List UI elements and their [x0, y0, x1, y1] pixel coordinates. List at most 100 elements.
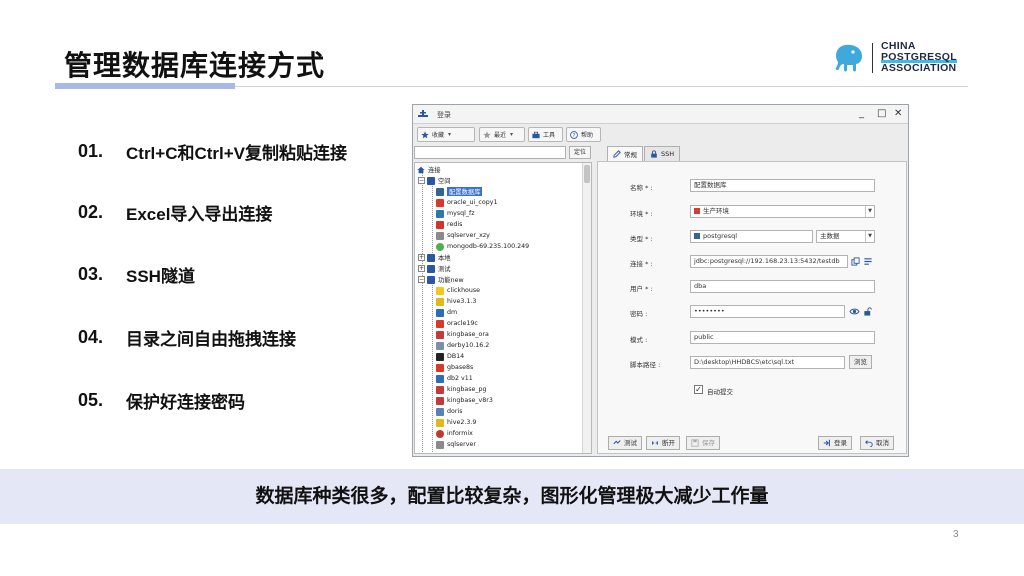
user-field[interactable]: dba [690, 280, 875, 293]
tree-label: sqlserver [447, 441, 476, 448]
maximize-button[interactable]: □ [877, 108, 886, 120]
tree-label: derby10.16.2 [447, 342, 490, 349]
tree-folder[interactable]: − 功能new [418, 274, 464, 285]
db-icon [436, 352, 444, 361]
tree-item[interactable]: informix [436, 428, 473, 439]
search-input[interactable] [414, 146, 566, 159]
postgres-icon [694, 233, 700, 239]
url-field[interactable]: jdbc:postgresql://192.168.23.13:5432/tes… [690, 255, 848, 268]
tree-folder[interactable]: + 测试 [418, 263, 451, 274]
tree-item[interactable]: sqlserver [436, 439, 476, 450]
copy-icon[interactable] [851, 257, 860, 266]
minimize-button[interactable]: _ [859, 108, 864, 120]
env-value: 生产环境 [703, 207, 729, 215]
script-path-label: 脚本路径 : [630, 361, 661, 369]
summary-banner: 数据库种类很多，配置比较复杂，图形化管理极大减少工作量 [0, 469, 1024, 524]
feature-item: 04. 目录之间自由拖拽连接 [78, 324, 296, 350]
login-window: 登录 _ □ ✕ 收藏 ▾ 最近 ▾ 工具 ? 帮助 定位 连接 − 空间 配置… [412, 104, 909, 457]
tree-item[interactable]: db2 v11 [436, 373, 473, 384]
tree-item[interactable]: oracle19c [436, 318, 478, 329]
connection-tree[interactable]: 连接 − 空间 配置数据库 oracle_ui_copy1 mysql_fz r… [414, 162, 592, 454]
mysql-icon [436, 209, 444, 218]
script-path-field[interactable]: D:\desktop\HHDBCS\etc\sql.txt [690, 356, 845, 369]
help-label: 帮助 [581, 132, 594, 139]
tab-general-label: 常规 [624, 151, 637, 159]
feature-number: 01. [78, 140, 104, 161]
tree-item[interactable]: kingbase_ora [436, 329, 489, 340]
tree-guide-line [422, 172, 423, 452]
test-button[interactable]: 测试 [608, 436, 642, 450]
tree-item[interactable]: 配置数据库 [436, 186, 483, 197]
disconnect-button[interactable]: 断开 [646, 436, 680, 450]
tab-general[interactable]: 常规 [607, 146, 643, 161]
toolbox-icon [532, 131, 540, 138]
tree-item[interactable]: dm [436, 307, 457, 318]
locate-button[interactable]: 定位 [569, 146, 591, 159]
save-icon [691, 439, 699, 447]
tab-ssh[interactable]: SSH [644, 146, 681, 161]
tree-folder[interactable]: − 空间 [418, 175, 451, 186]
tree-folder[interactable]: + 本地 [418, 252, 451, 263]
list-edit-icon[interactable] [863, 257, 873, 266]
collapse-toggle[interactable]: − [418, 276, 425, 283]
name-field[interactable]: 配置数据库 [690, 179, 875, 192]
save-button[interactable]: 保存 [686, 436, 720, 450]
history-dropdown[interactable]: 最近 ▾ [479, 127, 525, 142]
tree-item[interactable]: doris [436, 406, 462, 417]
tree-item[interactable]: clickhouse [436, 285, 480, 296]
tree-label: mongodb-69.235.100.249 [447, 243, 530, 250]
disconnect-icon [652, 441, 658, 445]
tree-label: DB14 [447, 353, 465, 360]
feature-text: Ctrl+C和Ctrl+V复制粘贴连接 [126, 143, 348, 163]
login-button[interactable]: 登录 [818, 436, 852, 450]
doris-icon [436, 407, 444, 416]
db-type-select[interactable]: postgresql [690, 230, 813, 243]
derby-icon [436, 341, 444, 350]
close-button[interactable]: ✕ [894, 108, 902, 120]
window-titlebar: 登录 _ □ ✕ [413, 105, 908, 124]
tree-item[interactable]: hive2.3.9 [436, 417, 476, 428]
home-icon [417, 166, 425, 173]
tree-item[interactable]: hive3.1.3 [436, 296, 476, 307]
tree-label: 测试 [438, 266, 451, 273]
expand-toggle[interactable]: + [418, 254, 425, 261]
eye-icon[interactable] [849, 307, 860, 316]
tree-label: hive2.3.9 [447, 419, 477, 426]
tree-item[interactable]: sqlserver_xzy [436, 230, 490, 241]
unlock-icon[interactable] [863, 307, 872, 316]
env-label: 环境 * : [630, 210, 653, 218]
tree-item[interactable]: mongodb-69.235.100.249 [436, 241, 529, 252]
expand-toggle[interactable]: + [418, 265, 425, 272]
tools-button[interactable]: 工具 [528, 127, 563, 142]
lock-icon [651, 150, 657, 158]
star-icon [421, 130, 429, 138]
tree-item[interactable]: DB14 [436, 351, 464, 362]
tree-item[interactable]: kingbase_v8r3 [436, 395, 493, 406]
cancel-button[interactable]: 取消 [860, 436, 894, 450]
oracle-icon [436, 319, 444, 328]
search-row: 定位 [414, 146, 592, 160]
tree-root[interactable]: 连接 [417, 164, 441, 175]
tree-item[interactable]: derby10.16.2 [436, 340, 489, 351]
schema-field[interactable]: public [690, 331, 875, 344]
folder-icon [427, 264, 435, 273]
tree-scrollbar[interactable] [582, 163, 591, 453]
browse-button[interactable]: 浏览 [849, 355, 872, 369]
db-mode-select[interactable]: 主数据 ▼ [816, 230, 875, 243]
tree-label: kingbase_pg [447, 386, 487, 393]
favorites-dropdown[interactable]: 收藏 ▾ [417, 127, 475, 142]
help-button[interactable]: ? 帮助 [566, 127, 601, 142]
autocommit-checkbox[interactable]: ✓ [694, 385, 703, 394]
tree-item[interactable]: mysql_fz [436, 208, 475, 219]
tree-item[interactable]: oracle_ui_copy1 [436, 197, 497, 208]
page-number: 3 [953, 529, 959, 540]
password-field[interactable]: •••••••• [690, 305, 845, 318]
tree-item[interactable]: redis [436, 219, 462, 230]
scrollbar-thumb[interactable] [584, 165, 590, 183]
feature-item: 05. 保护好连接密码 [78, 387, 245, 413]
tree-item[interactable]: gbase8s [436, 362, 473, 373]
banner-text: 数据库种类很多，配置比较复杂，图形化管理极大减少工作量 [255, 486, 769, 507]
tree-item[interactable]: kingbase_pg [436, 384, 487, 395]
collapse-toggle[interactable]: − [418, 177, 425, 184]
env-select[interactable]: 生产环境 ▼ [690, 205, 875, 218]
